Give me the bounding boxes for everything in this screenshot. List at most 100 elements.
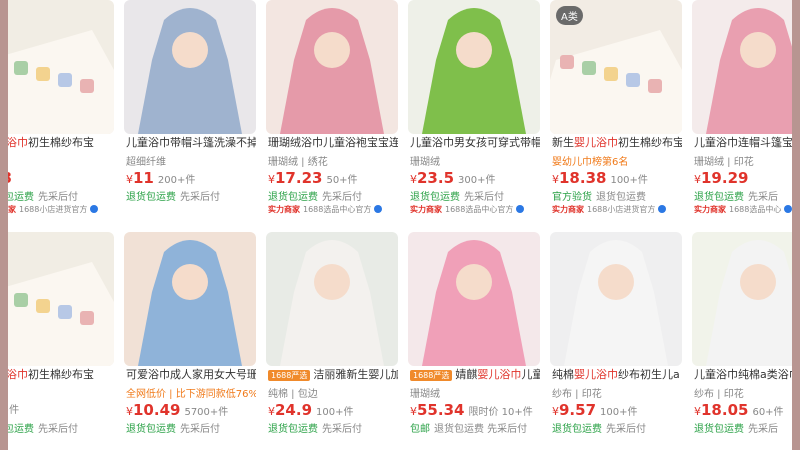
price-value: 18.38 (559, 169, 607, 187)
merchant-badge: 实力商家 (552, 205, 584, 214)
currency-symbol: ¥ (410, 405, 417, 418)
service-tag: 退货包运费 (552, 424, 602, 435)
chat-icon[interactable] (784, 205, 792, 213)
product-title[interactable]: 儿童浴巾纯棉a类浴巾 (694, 366, 792, 384)
price-value: 19.29 (701, 169, 749, 187)
product-attributes: 珊瑚绒 (410, 389, 440, 399)
service-tag: 退货包运费 (8, 192, 34, 203)
product-title[interactable]: 可爱浴巾成人家用女大号珊 (126, 366, 256, 384)
title-text: 新生 (552, 136, 574, 149)
product-title[interactable]: 1688严选洁丽雅新生婴儿加厚 (268, 366, 398, 384)
title-text: 洁丽雅新生婴儿加厚 (313, 368, 398, 381)
product-card[interactable]: 珊瑚绒浴巾儿童浴袍宝宝连 珊瑚绒 | 绣花 ¥17.23 50+件 退货包运费 先采后付实… (266, 0, 398, 224)
product-title[interactable]: 儿童浴巾连帽斗篷宝宝 (694, 134, 792, 152)
product-image[interactable] (692, 232, 792, 366)
product-image[interactable] (266, 0, 398, 134)
service-tags: 退货包运费先采后付 (552, 420, 646, 435)
currency-symbol: ¥ (268, 405, 275, 418)
product-image[interactable] (8, 0, 114, 134)
price-value: 9.57 (559, 401, 597, 419)
service-tags: 包邮 退货包运费 先采后付 (410, 420, 528, 435)
title-highlight: 婴儿浴巾 (8, 136, 28, 149)
product-attributes: 印花 (8, 153, 114, 167)
product-title[interactable]: 婴儿浴巾初生棉纱布宝 (8, 134, 114, 152)
product-price: 90+件 (8, 401, 19, 419)
product-price: ¥24.9 100+件 (268, 401, 353, 419)
product-card[interactable]: 儿童浴巾纯棉a类浴巾 纱布 | 印花 ¥18.05 60+件 退货包运费 先采后 (692, 232, 792, 450)
product-card[interactable]: A类 新生婴儿浴巾初生棉纱布宝 婴幼儿巾榜第6名 ¥18.38 100+件 官方验货 退货包… (550, 0, 682, 224)
title-text: 婧麒 (455, 368, 478, 381)
service-tag: 退货包运费 先采后付 (434, 424, 528, 435)
product-card[interactable]: 纯棉婴儿浴巾纱布初生儿a 纱布 | 印花 ¥9.57 100+件 退货包运费 先采后付 (550, 232, 682, 450)
product-price: ¥18.05 60+件 (694, 401, 784, 419)
product-attributes: 超细纤维 (126, 157, 166, 167)
product-card[interactable]: 1688严选洁丽雅新生婴儿加厚纯棉 | 包边 ¥24.9100+件退货包运费先采后… (266, 232, 398, 450)
product-card[interactable]: 儿童浴巾带帽斗篷洗澡不掉 超细纤维 ¥11 200+件 退货包运费 先采后付 (124, 0, 256, 224)
service-tag: 先采后付 (322, 424, 362, 435)
product-card[interactable]: 儿童浴巾男女孩可穿式带帽 珊瑚绒 ¥23.5 300+件 退货包运费 先采后付 实力商家 16… (408, 0, 540, 224)
service-tags: 退货包运费先采后付 (268, 188, 362, 203)
product-title[interactable]: 儿童浴巾带帽斗篷洗澡不掉 (126, 134, 256, 152)
product-image[interactable] (408, 232, 540, 366)
sold-count: 100+件 (610, 175, 648, 186)
product-image[interactable] (124, 232, 256, 366)
title-text: 初生棉纱布宝 (28, 368, 94, 381)
product-card[interactable]: 婴儿浴巾初生棉纱布宝印花 90+件退货包运费先采后付 (8, 232, 114, 450)
product-title[interactable]: 儿童浴巾男女孩可穿式带帽 (410, 134, 540, 152)
product-attributes: 珊瑚绒 | 印花 (694, 157, 754, 167)
product-card[interactable]: 婴儿浴巾初生棉纱布宝印花¥38退货包运费先采后付实力商家1688小店进货官方 (8, 0, 114, 224)
source-chip: 1688严选 (268, 370, 311, 381)
product-photo-graphic (138, 8, 242, 134)
product-attributes: 婴幼儿巾榜第6名 (552, 157, 629, 167)
product-card[interactable]: 1688严选婧麒婴儿浴巾儿童斗珊瑚绒 ¥55.34限时价 10+件包邮退货包运费 … (408, 232, 540, 450)
service-tag: 退货包运费 (268, 424, 318, 435)
product-card[interactable]: 可爱浴巾成人家用女大号珊 全网低价 | 比下游同款低76% ¥10.49 5700+件… (124, 232, 256, 450)
service-tags: 退货包运费先采后付 (268, 420, 362, 435)
chat-icon[interactable] (658, 205, 667, 213)
currency-symbol: ¥ (268, 173, 275, 186)
shop-name: 1688小店进货官方 (587, 205, 656, 214)
product-title[interactable]: 珊瑚绒浴巾儿童浴袍宝宝连 (268, 134, 398, 152)
product-price: ¥18.38 100+件 (552, 169, 648, 187)
shop-info[interactable]: 实力商家1688小店进货官方 (552, 204, 667, 218)
product-image[interactable] (124, 0, 256, 134)
product-image[interactable] (8, 232, 114, 366)
product-title[interactable]: 新生婴儿浴巾初生棉纱布宝 (552, 134, 682, 152)
product-price: ¥23.5 300+件 (410, 169, 495, 187)
currency-symbol: ¥ (694, 173, 701, 186)
product-attributes: 珊瑚绒 (410, 157, 440, 167)
shop-info[interactable]: 实力商家1688小店进货官方 (8, 204, 99, 218)
service-tag: 退货包运费 (126, 192, 176, 203)
title-highlight: 婴儿浴巾 (574, 136, 618, 149)
product-photo-graphic (564, 240, 668, 366)
product-image[interactable] (692, 0, 792, 134)
product-attributes: 纱布 | 印花 (694, 389, 744, 399)
product-title[interactable]: 纯棉婴儿浴巾纱布初生儿a (552, 366, 682, 384)
product-photo-graphic (280, 8, 384, 134)
chat-icon[interactable] (516, 205, 525, 213)
product-price: ¥10.49 5700+件 (126, 401, 228, 419)
product-image[interactable] (266, 232, 398, 366)
title-text: 初生棉纱布宝 (618, 136, 682, 149)
product-title[interactable]: 1688严选婧麒婴儿浴巾儿童斗 (410, 366, 540, 384)
product-image[interactable]: A类 (550, 0, 682, 134)
product-card[interactable]: 儿童浴巾连帽斗篷宝宝珊瑚绒 | 印花¥19.29退货包运费先采后实力商家1688… (692, 0, 792, 224)
price-value: 17.23 (275, 169, 323, 187)
product-title[interactable]: 婴儿浴巾初生棉纱布宝 (8, 366, 114, 384)
product-price: ¥17.23 50+件 (268, 169, 358, 187)
price-value: 11 (133, 169, 154, 187)
currency-symbol: ¥ (126, 173, 133, 186)
shop-info[interactable]: 实力商家 1688选品中心官方 (268, 204, 383, 218)
chat-icon[interactable] (374, 205, 383, 213)
product-price: ¥11 200+件 (126, 169, 195, 187)
product-image[interactable] (408, 0, 540, 134)
sold-count: 限时价 10+件 (468, 407, 533, 418)
currency-symbol: ¥ (126, 405, 133, 418)
chat-icon[interactable] (90, 205, 99, 213)
product-grid-frame: 婴儿浴巾初生棉纱布宝印花¥38退货包运费先采后付实力商家1688小店进货官方儿童… (8, 0, 792, 450)
title-text: 儿童浴巾纯棉a类浴巾 (694, 368, 792, 381)
shop-info[interactable]: 实力商家 1688选品中心官方 (410, 204, 525, 218)
product-photo-graphic (706, 240, 792, 366)
shop-info[interactable]: 实力商家 1688选品中心 (694, 204, 792, 218)
product-image[interactable] (550, 232, 682, 366)
